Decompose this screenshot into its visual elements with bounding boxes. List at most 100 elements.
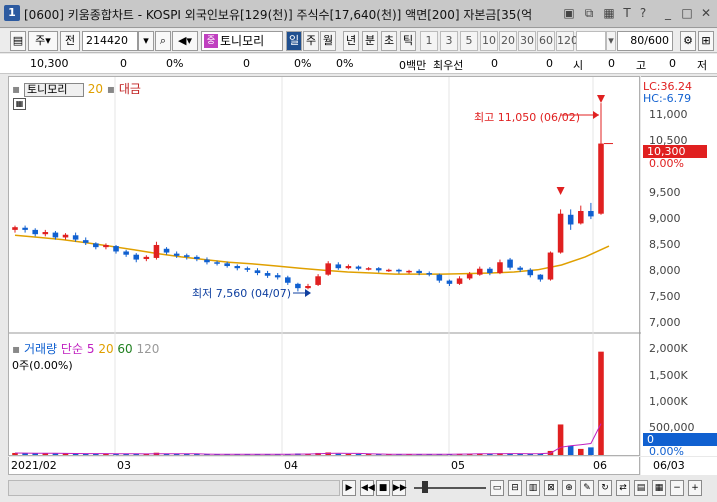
period-tick[interactable]: 틱 [400, 31, 416, 51]
custom-interval-input[interactable] [576, 31, 606, 51]
vol-y-tick: 2,000K [649, 342, 688, 355]
prev-button[interactable]: 전 [60, 31, 80, 51]
interval-60[interactable]: 60 [537, 31, 555, 51]
close-icon[interactable]: ✕ [698, 5, 714, 21]
volume-bar [588, 447, 594, 455]
candle-body [456, 278, 463, 284]
legend-marker-icon: ▪ [12, 82, 21, 96]
chart-area[interactable]: ▪ 토니모리 20 ▪ 대금 ▦ 최고 11,050 (06/02) 최저 7,… [8, 76, 641, 457]
interval-120[interactable]: 120 [556, 31, 578, 51]
indicator-icon[interactable]: ⊞ [698, 31, 714, 51]
tool-icon-3[interactable]: ▥ [526, 480, 540, 496]
speaker-icon[interactable]: ◀▾ [172, 31, 198, 51]
tool-icon-9[interactable]: ▤ [634, 480, 648, 496]
interval-dropdown-icon[interactable]: ▾ [606, 31, 616, 51]
settings-icon[interactable]: ⚙ [680, 31, 696, 51]
period-second[interactable]: 초 [381, 31, 397, 51]
interval-5[interactable]: 5 [460, 31, 478, 51]
legend-ma20-vol[interactable]: 20 [98, 342, 113, 356]
period-minute[interactable]: 분 [362, 31, 378, 51]
stop-icon[interactable]: ■ [376, 480, 390, 496]
legend-amount-marker-icon: ▪ [106, 82, 116, 96]
grid-icon[interactable]: ▦ [601, 5, 617, 21]
legend-ma20[interactable]: 20 [88, 82, 103, 96]
minimize-icon[interactable]: _ [660, 5, 676, 21]
stock-code-input[interactable]: 214420 [82, 31, 138, 51]
candle-body [436, 274, 443, 281]
tool-icon-1[interactable]: ▭ [490, 480, 504, 496]
maximize-icon[interactable]: □ [679, 5, 695, 21]
candle-body [527, 269, 534, 276]
candle-body [274, 275, 281, 278]
info-turnover-pct: 0% [336, 57, 354, 70]
zoom-in-icon[interactable]: + [688, 480, 702, 496]
table-icon[interactable]: ▦ [13, 98, 26, 110]
search-icon[interactable]: ⌕ [155, 31, 171, 51]
legend-stock-name[interactable]: 토니모리 [23, 83, 84, 97]
period-month[interactable]: 월 [320, 31, 336, 51]
font-icon[interactable]: T [619, 5, 635, 21]
period-year[interactable]: 년 [343, 31, 359, 51]
period-week[interactable]: 주 [303, 31, 319, 51]
tool-icon-4[interactable]: ⊠ [544, 480, 558, 496]
interval-10[interactable]: 10 [480, 31, 498, 51]
scroll-right-icon[interactable]: ▶ [342, 480, 356, 496]
tool-icon-10[interactable]: ▦ [652, 480, 666, 496]
horizontal-scrollbar[interactable] [8, 480, 340, 496]
legend-amount[interactable]: 대금 [119, 82, 141, 96]
tool-icon-6[interactable]: ✎ [580, 480, 594, 496]
signal-arrow-down-icon [556, 187, 565, 195]
volume-legend: ▪ 거래량 단순 5 20 60 120 [12, 340, 159, 357]
candle-body [355, 266, 362, 269]
info-ask: 0 [546, 57, 553, 70]
help-icon[interactable]: ? [635, 5, 651, 21]
data-count-field[interactable]: 80/600 [617, 31, 673, 51]
tool-icon-2[interactable]: ⊟ [508, 480, 522, 496]
tool-icon-8[interactable]: ⇄ [616, 480, 630, 496]
menu-icon[interactable]: ▤ [10, 31, 26, 51]
interval-20[interactable]: 20 [499, 31, 517, 51]
legend-ma60[interactable]: 60 [117, 342, 132, 356]
candle-body [194, 256, 200, 260]
legend-simple[interactable]: 단순 [61, 342, 83, 356]
tool-icon-7[interactable]: ↻ [598, 480, 612, 496]
legend-volume[interactable]: 거래량 [24, 342, 57, 356]
candle-body [32, 229, 38, 235]
interval-30[interactable]: 30 [518, 31, 536, 51]
candle-body [517, 267, 523, 270]
chart-canvas[interactable] [9, 77, 641, 457]
interval-1[interactable]: 1 [420, 31, 438, 51]
price-legend: ▪ 토니모리 20 ▪ 대금 [12, 80, 141, 97]
period-day[interactable]: 일 [286, 31, 302, 51]
candle-body [537, 274, 544, 280]
info-open: 0 [608, 57, 615, 70]
fast-forward-icon[interactable]: ▶▶ [392, 480, 407, 496]
layout-icon[interactable]: ▣ [561, 5, 577, 21]
x-tick: 05 [451, 459, 465, 472]
info-volume-pct: 0% [294, 57, 312, 70]
market-select[interactable]: 주▾ [28, 31, 58, 51]
zoom-out-icon[interactable]: − [670, 480, 684, 496]
candle-body [214, 262, 220, 264]
interval-3[interactable]: 3 [440, 31, 458, 51]
legend-ma5[interactable]: 5 [87, 342, 95, 356]
x-tick: 06 [593, 459, 607, 472]
candle-body [487, 268, 493, 274]
low-annotation: 최저 7,560 (04/07) [192, 287, 292, 300]
stock-name-field[interactable]: 중 토니모리 [201, 31, 283, 51]
copy-icon[interactable]: ⧉ [581, 5, 597, 21]
rewind-icon[interactable]: ◀◀ [360, 480, 375, 496]
candle-body [133, 254, 140, 260]
code-dropdown-icon[interactable]: ▾ [138, 31, 154, 51]
info-high-label: 고 [636, 59, 647, 72]
legend-ma120[interactable]: 120 [137, 342, 160, 356]
y-tick: 7,000 [649, 316, 681, 329]
candle-body [183, 255, 190, 257]
zoom-slider-handle[interactable] [422, 481, 428, 493]
candle-body [406, 270, 412, 273]
volume-bar [355, 454, 362, 455]
candle-body [507, 259, 513, 268]
candle-body [497, 262, 503, 274]
candle-body [62, 234, 69, 238]
tool-icon-5[interactable]: ⊕ [562, 480, 576, 496]
